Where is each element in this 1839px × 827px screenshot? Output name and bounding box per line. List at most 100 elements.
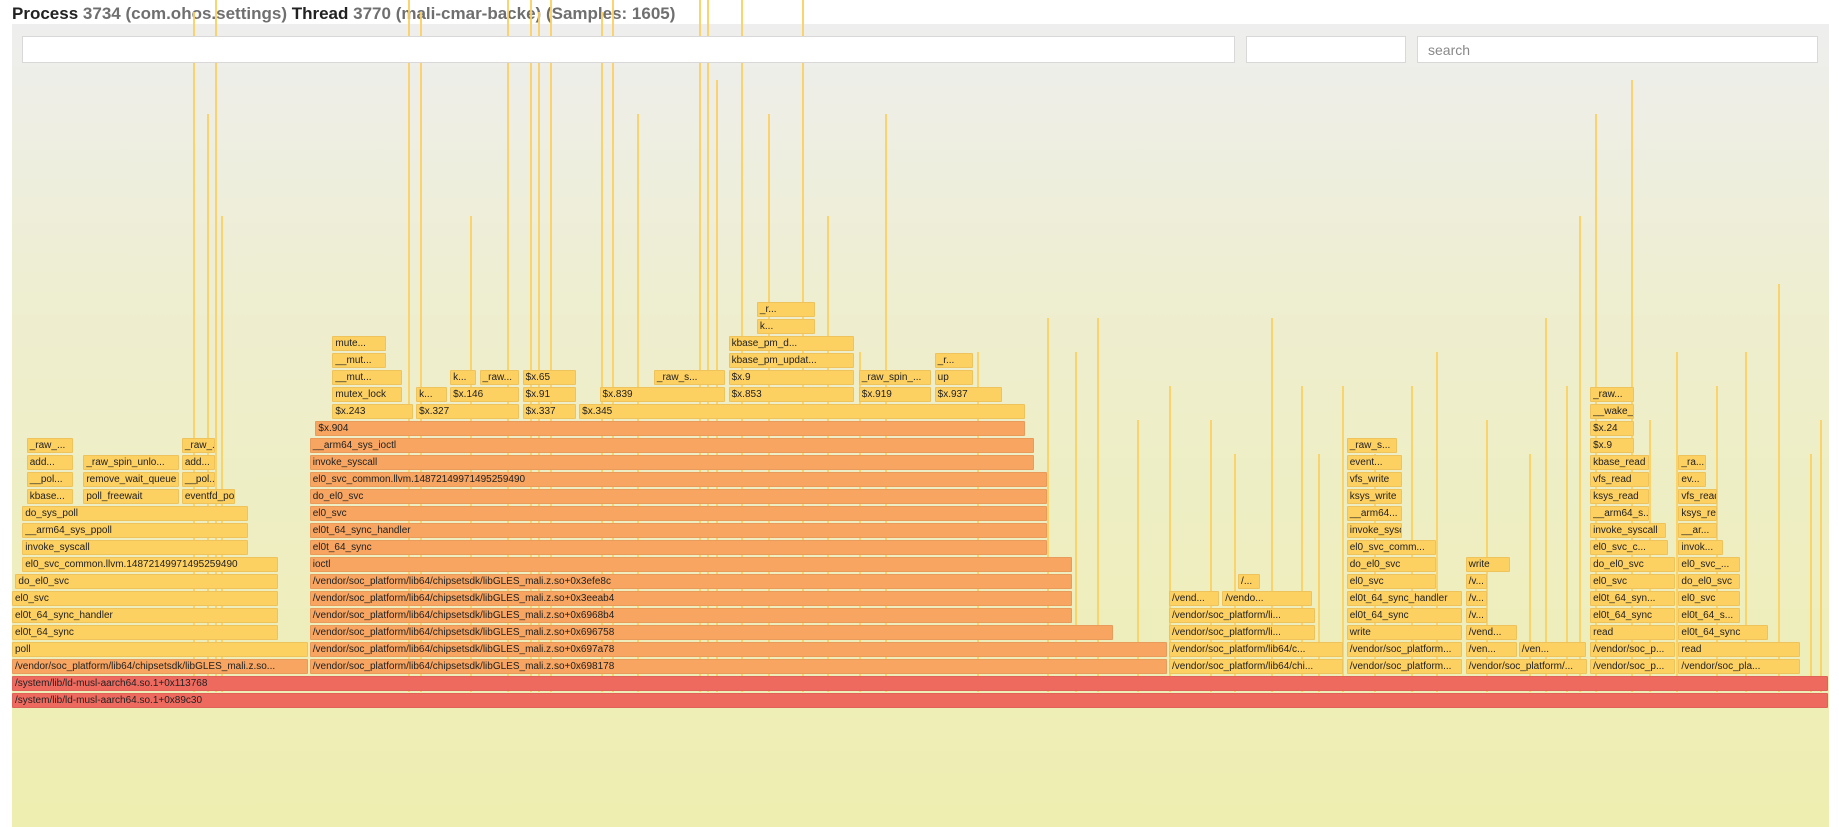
stack-frame[interactable]: _raw... — [1590, 387, 1635, 402]
stack-frame[interactable]: do_el0_svc — [15, 574, 279, 589]
stack-frame[interactable]: el0_svc_... — [1678, 557, 1740, 572]
stack-frame[interactable]: $x.853 — [728, 387, 855, 402]
stack-frame[interactable]: do_el0_svc — [309, 489, 1047, 504]
stack-spike[interactable] — [601, 12, 603, 692]
stack-frame[interactable]: __arm64_sys_ioctl — [309, 438, 1035, 453]
stack-spike[interactable] — [1820, 420, 1822, 692]
stack-frame[interactable]: el0t_64_sync_handler — [309, 523, 1047, 538]
stack-frame[interactable]: /vendor/soc_platform... — [1346, 642, 1463, 657]
stack-frame[interactable]: /vendor/soc_platform/lib64/chi... — [1168, 659, 1344, 674]
stack-frame[interactable]: _raw_s... — [1346, 438, 1397, 453]
stack-frame[interactable]: $x.146 — [450, 387, 520, 402]
stack-frame[interactable]: /vendor/soc_platform/lib64/chipsetsdk/li… — [309, 625, 1113, 640]
stack-frame[interactable]: _raw_spin_unlo... — [83, 455, 179, 470]
stack-frame[interactable]: /vendor/soc_p... — [1590, 659, 1676, 674]
stack-spike[interactable] — [1579, 216, 1581, 692]
stack-frame[interactable]: /vendor/soc_platform/lib64/chipsetsdk/li… — [309, 642, 1167, 657]
stack-frame[interactable]: add... — [181, 455, 215, 470]
stack-frame[interactable]: /vendor/soc_platform/lib64/chipsetsdk/li… — [309, 659, 1167, 674]
stack-frame[interactable]: el0t_64_sync — [1590, 608, 1676, 623]
search-input[interactable] — [1417, 36, 1818, 63]
stack-frame[interactable]: $x.9 — [1590, 438, 1635, 453]
stack-frame[interactable]: el0_svc — [1678, 591, 1740, 606]
stack-frame[interactable]: $x.839 — [599, 387, 726, 402]
stack-frame[interactable]: el0t_64_sync — [309, 540, 1047, 555]
stack-frame[interactable]: $x.919 — [858, 387, 932, 402]
stack-frame[interactable]: __pol... — [181, 472, 215, 487]
stack-frame[interactable]: /vendor/soc_platform/lib64/chipsetsdk/li… — [309, 591, 1072, 606]
stack-frame[interactable]: _ra... — [1678, 455, 1706, 470]
stack-spike[interactable] — [538, 12, 540, 692]
stack-frame[interactable]: event... — [1346, 455, 1403, 470]
stack-frame[interactable]: /vendor/soc_p... — [1590, 642, 1676, 657]
stack-frame[interactable]: __arm64_sys_ppoll — [22, 523, 248, 538]
stack-frame[interactable]: do_el0_svc — [1678, 574, 1740, 589]
stack-spike[interactable] — [420, 12, 422, 692]
stack-frame[interactable]: __mut... — [332, 353, 386, 368]
stack-frame[interactable]: __wake_up — [1590, 404, 1635, 419]
stack-frame[interactable]: __arm64... — [1346, 506, 1403, 521]
stack-frame[interactable]: vfs_read — [1590, 472, 1650, 487]
stack-frame[interactable]: /... — [1238, 574, 1260, 589]
stack-frame[interactable]: __ar... — [1678, 523, 1718, 538]
stack-frame[interactable]: el0_svc_c... — [1590, 540, 1669, 555]
stack-frame[interactable]: el0t_64_sync_handler — [12, 608, 279, 623]
stack-frame[interactable]: el0_svc — [1346, 574, 1437, 589]
stack-frame[interactable]: kbase_pm_d... — [728, 336, 855, 351]
stack-frame[interactable]: kbase_pm_updat... — [728, 353, 855, 368]
stack-frame[interactable]: k... — [416, 387, 447, 402]
stack-frame[interactable]: /v... — [1465, 591, 1488, 606]
stack-spike[interactable] — [1778, 284, 1780, 692]
stack-frame[interactable]: _raw... — [479, 370, 520, 385]
stack-frame[interactable]: _r... — [756, 302, 815, 317]
stack-frame[interactable]: invoke_syscall — [1346, 523, 1403, 538]
stack-frame[interactable]: /v... — [1465, 608, 1488, 623]
stack-frame[interactable]: ksys_read — [1678, 506, 1718, 521]
stack-frame[interactable]: __pol... — [26, 472, 74, 487]
stack-frame[interactable]: $x.91 — [522, 387, 576, 402]
stack-frame[interactable]: kbase... — [26, 489, 74, 504]
stack-frame[interactable]: /ven... — [1465, 642, 1517, 657]
stack-frame[interactable]: ev... — [1678, 472, 1706, 487]
stack-frame[interactable]: /vendor/soc_platform/lib64/chipsetsdk/li… — [309, 608, 1072, 623]
secondary-filter-input[interactable] — [1246, 36, 1406, 63]
stack-frame[interactable]: $x.337 — [522, 404, 576, 419]
stack-frame[interactable]: write — [1465, 557, 1510, 572]
stack-frame[interactable]: poll — [12, 642, 308, 657]
stack-frame[interactable]: _raw_spin_... — [858, 370, 932, 385]
stack-frame[interactable]: _raw_s... — [653, 370, 726, 385]
stack-frame[interactable]: do_el0_svc — [1346, 557, 1437, 572]
stack-frame[interactable]: _raw_... — [181, 438, 215, 453]
stack-frame[interactable]: kbase_read — [1590, 455, 1650, 470]
stack-spike[interactable] — [1676, 352, 1678, 692]
stack-frame[interactable]: /system/lib/ld-musl-aarch64.so.1+0x89c30 — [12, 693, 1828, 708]
stack-frame[interactable]: /vendor/soc_platform/lib64/chipsetsdk/li… — [12, 659, 308, 674]
stack-frame[interactable]: add... — [26, 455, 74, 470]
stack-frame[interactable]: ksys_read — [1590, 489, 1650, 504]
stack-frame[interactable]: /v... — [1465, 574, 1488, 589]
stack-spike[interactable] — [977, 352, 979, 692]
stack-spike[interactable] — [1075, 352, 1077, 692]
stack-spike[interactable] — [1745, 352, 1747, 692]
stack-frame[interactable]: el0_svc — [309, 506, 1047, 521]
stack-frame[interactable]: mute... — [332, 336, 386, 351]
stack-frame[interactable]: $x.327 — [416, 404, 520, 419]
stack-frame[interactable]: /vendor/soc_platform/lib64/c... — [1168, 642, 1344, 657]
stack-frame[interactable]: $x.9 — [728, 370, 855, 385]
stack-frame[interactable]: read — [1678, 642, 1800, 657]
stack-frame[interactable]: remove_wait_queue — [83, 472, 179, 487]
stack-frame[interactable]: ksys_write — [1346, 489, 1403, 504]
stack-frame[interactable]: /vendo... — [1222, 591, 1312, 606]
filter-input[interactable] — [22, 36, 1235, 63]
stack-frame[interactable]: write — [1346, 625, 1463, 640]
stack-frame[interactable]: /vendor/soc_platform/lib64/chipsetsdk/li… — [309, 574, 1072, 589]
stack-frame[interactable]: _r... — [934, 353, 974, 368]
stack-frame[interactable]: k... — [450, 370, 477, 385]
stack-frame[interactable]: el0t_64_sync — [1346, 608, 1463, 623]
stack-spike[interactable] — [193, 12, 195, 692]
stack-frame[interactable]: el0_svc — [1590, 574, 1676, 589]
stack-frame[interactable]: /vend... — [1168, 591, 1219, 606]
stack-frame[interactable]: el0t_64_sync_handler — [1346, 591, 1463, 606]
stack-frame[interactable]: invoke_syscall — [1590, 523, 1667, 538]
stack-frame[interactable]: $x.904 — [315, 421, 1026, 436]
